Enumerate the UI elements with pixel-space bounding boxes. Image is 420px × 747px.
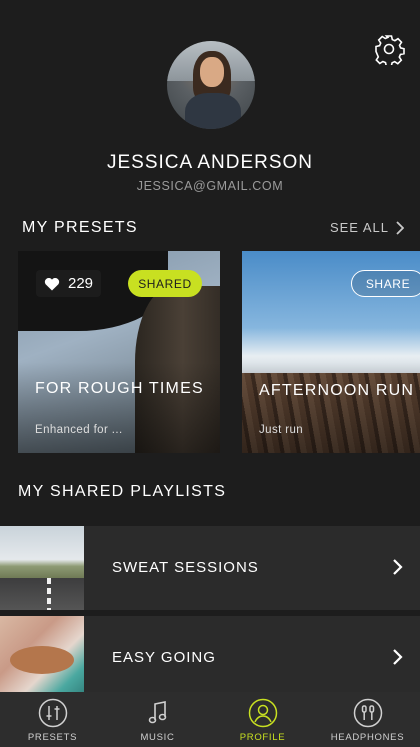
playlist-row-sweat-sessions[interactable]: SWEAT SESSIONS [0,526,420,610]
preset-subtitle: Enhanced for ... [35,424,123,436]
tab-label: PROFILE [239,732,286,743]
tab-music[interactable]: MUSIC [105,692,210,747]
likes-counter[interactable]: 229 [36,270,102,297]
my-presets-heading: MY PRESETS [22,219,138,236]
bottom-tab-bar: PRESETS MUSIC PROFILE HEADPHONES [0,692,420,747]
preset-card-for-rough-times[interactable]: 229 SHARED FOR ROUGH TIMES Enhanced for … [18,251,220,453]
chevron-right-icon [396,220,404,235]
tab-presets[interactable]: PRESETS [0,692,105,747]
see-all-link[interactable]: SEE ALL [330,220,404,235]
music-note-icon [148,701,166,724]
playlist-row-easy-going[interactable]: EASY GOING [0,616,420,700]
shared-badge: SHARED [128,270,202,297]
user-icon [248,698,277,728]
preset-title: AFTERNOON RUN [259,382,415,399]
playlist-label: SWEAT SESSIONS [112,559,259,576]
my-shared-playlists-heading: MY SHARED PLAYLISTS [18,483,227,500]
profile-email: JESSICA@GMAIL.COM [136,179,284,193]
profile-name: JESSICA ANDERSON [106,152,314,173]
sliders-icon [38,698,67,728]
preset-title: FOR ROUGH TIMES [35,380,204,397]
preset-subtitle: Just run [259,424,304,436]
playlist-thumbnail [0,616,84,700]
tab-profile[interactable]: PROFILE [210,692,315,747]
likes-count: 229 [68,275,94,292]
tab-label: MUSIC [140,732,175,743]
profile-avatar[interactable] [167,41,255,129]
see-all-label: SEE ALL [329,220,389,235]
playlist-label: EASY GOING [112,649,216,666]
tab-label: PRESETS [27,732,78,743]
playlist-thumbnail [0,526,84,610]
share-button[interactable]: SHARE [351,270,420,297]
tab-label: HEADPHONES [330,732,405,743]
earphones-icon [353,698,382,728]
chevron-right-icon [393,649,403,665]
settings-gear-icon[interactable] [373,33,405,67]
heart-icon [44,277,60,290]
preset-card-afternoon-run[interactable]: SHARE AFTERNOON RUN Just run [242,251,420,453]
chevron-right-icon [393,559,403,575]
tab-headphones[interactable]: HEADPHONES [315,692,420,747]
